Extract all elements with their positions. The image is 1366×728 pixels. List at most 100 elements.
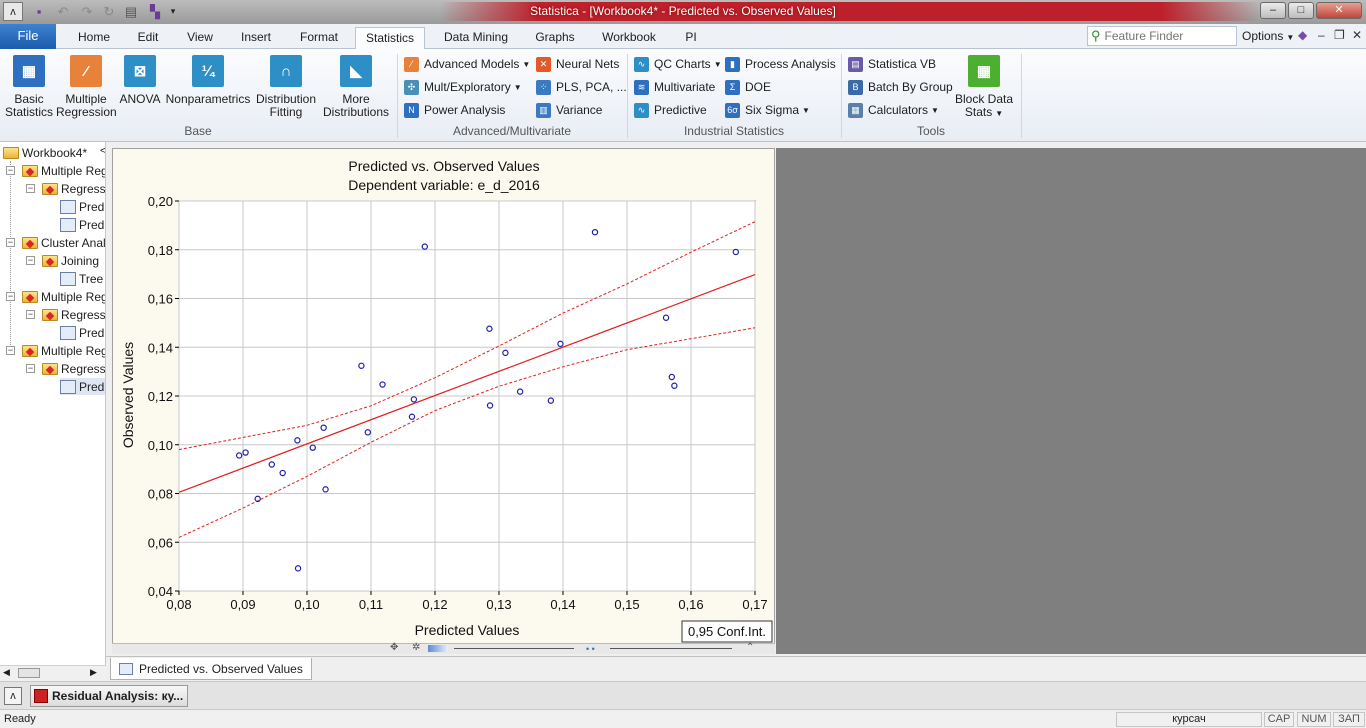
mult-exploratory-button[interactable]: ✣ Mult/Exploratory ▼ <box>404 78 522 96</box>
statistica-vb-button[interactable]: ▤ Statistica VB <box>848 55 936 73</box>
tab-home[interactable]: Home <box>68 27 120 49</box>
zoom-slider[interactable] <box>454 648 574 649</box>
process-analysis-button[interactable]: ▮ Process Analysis <box>725 55 836 73</box>
tree-toggle[interactable]: − <box>26 184 35 193</box>
tab-statistics[interactable]: Statistics <box>355 27 425 50</box>
doc-close-icon[interactable]: ✕ <box>1352 28 1362 42</box>
options-label: Options <box>1242 29 1284 43</box>
tree-node-cluster-analysis[interactable]: Cluster Analysis <box>22 234 105 251</box>
advanced-models-button[interactable]: ⁄ Advanced Models ▼ <box>404 55 530 73</box>
six-sigma-button[interactable]: 6σ Six Sigma ▼ <box>725 101 810 119</box>
tree-node-multiple-regression[interactable]: Multiple Regression <box>22 162 105 179</box>
graph-window[interactable]: Predicted vs. Observed Values Dependent … <box>112 148 775 654</box>
nonparametrics-button[interactable]: ¼ Nonparametrics <box>164 55 252 106</box>
multivariate-icon: ≋ <box>634 79 649 95</box>
doe-button[interactable]: Σ DOE <box>725 78 771 96</box>
x-tick-label: 0,13 <box>486 597 511 612</box>
tab-file[interactable]: File <box>0 24 56 49</box>
y-tick-label: 0,06 <box>148 535 173 550</box>
pls-pca-button[interactable]: ⁘ PLS, PCA, ... <box>536 78 627 96</box>
scroll-left-icon[interactable]: ◀ <box>3 667 10 678</box>
color-scale-icon[interactable] <box>428 645 448 652</box>
close-button[interactable]: ✕ <box>1316 2 1362 19</box>
tab-format[interactable]: Format <box>290 27 348 49</box>
x-tick-label: 0,16 <box>678 597 703 612</box>
tree-node-joining[interactable]: Joining <box>42 252 99 269</box>
qc-charts-button[interactable]: ∿ QC Charts ▼ <box>634 55 722 73</box>
tree-node-multiple-regression[interactable]: Multiple Regression <box>22 288 105 305</box>
tab-workbook[interactable]: Workbook <box>594 27 664 49</box>
report-folder-icon <box>42 362 58 375</box>
tab-graphs[interactable]: Graphs <box>528 27 582 49</box>
tab-edit[interactable]: Edit <box>126 27 170 49</box>
tree-node-root[interactable]: Workbook4* <box>3 144 87 161</box>
variance-button[interactable]: ▥ Variance <box>536 101 602 119</box>
tree-node-graph[interactable]: Predicted <box>60 198 105 215</box>
tree-toggle[interactable]: − <box>26 364 35 373</box>
tree-toggle[interactable]: − <box>6 166 15 175</box>
tree-node-regression[interactable]: Regression <box>42 360 105 377</box>
multivariate-button[interactable]: ≋ Multivariate <box>634 78 715 96</box>
y-tick-label: 0,16 <box>148 292 173 307</box>
options-menu[interactable]: Options ▼ <box>1242 29 1294 43</box>
tree-node-graph[interactable]: Predicted <box>60 324 105 341</box>
tree-toggle[interactable]: − <box>26 256 35 265</box>
tree-toggle[interactable]: − <box>26 310 35 319</box>
tree-toggle[interactable]: − <box>6 292 15 301</box>
tab-insert[interactable]: Insert <box>232 27 280 49</box>
taskbar: ʌ Residual Analysis: ку... <box>0 681 1366 709</box>
scroll-thumb[interactable] <box>18 668 40 678</box>
power-analysis-button[interactable]: N Power Analysis <box>404 101 505 119</box>
tree-node-graph-selected[interactable]: Predicted <box>60 378 105 395</box>
tree-node-graph[interactable]: Tree <box>60 270 103 287</box>
status-ovr: ЗАП <box>1333 712 1365 727</box>
taskbar-item-residual-analysis[interactable]: Residual Analysis: ку... <box>30 685 188 707</box>
settings-icon[interactable]: ✲ <box>412 642 420 653</box>
help-icon[interactable]: ◆ <box>1298 28 1307 42</box>
tree-scrollbar[interactable]: ◀ ▶ <box>0 665 106 680</box>
x-tick-label: 0,12 <box>422 597 447 612</box>
workbook-tree: < Workbook4* − Multiple Regression − Reg… <box>0 142 106 665</box>
tree-toggle[interactable]: − <box>6 238 15 247</box>
maximize-button[interactable]: □ <box>1288 2 1314 19</box>
batch-by-group-button[interactable]: B Batch By Group <box>848 78 953 96</box>
graph-icon <box>60 199 76 214</box>
minimize-button[interactable]: – <box>1260 2 1286 19</box>
tab-view[interactable]: View <box>176 27 224 49</box>
x-tick-label: 0,08 <box>166 597 191 612</box>
anova-button[interactable]: ⊠ ANOVA <box>117 55 163 106</box>
tree-node-regression[interactable]: Regression <box>42 180 105 197</box>
rotation-slider[interactable] <box>610 648 732 649</box>
expand-icon[interactable]: ⌃ <box>746 642 754 653</box>
feature-finder-input[interactable] <box>1104 29 1231 43</box>
more-distributions-button[interactable]: ◣ More Distributions <box>320 55 392 119</box>
basic-statistics-icon: ▦ <box>13 55 45 87</box>
tree-node-multiple-regression[interactable]: Multiple Regression <box>22 342 105 359</box>
doc-minimize-icon[interactable]: – <box>1318 28 1325 42</box>
scroll-right-icon[interactable]: ▶ <box>90 667 97 678</box>
basic-statistics-button[interactable]: ▦ Basic Statistics <box>4 55 54 119</box>
doc-restore-icon[interactable]: ❐ <box>1334 28 1345 42</box>
neural-nets-button[interactable]: ✕ Neural Nets <box>536 55 619 73</box>
block-data-stats-button[interactable]: ▦ Block Data Stats ▼ <box>952 55 1016 120</box>
report-folder-icon <box>22 164 38 177</box>
statistica-icon[interactable]: ʌ <box>4 687 22 705</box>
sheet-tab-predicted[interactable]: Predicted vs. Observed Values <box>110 658 312 680</box>
report-folder-icon <box>22 344 38 357</box>
tree-node-regression[interactable]: Regression <box>42 306 105 323</box>
scatter-chart[interactable]: Predicted vs. Observed Values Dependent … <box>113 149 774 643</box>
multiple-regression-button[interactable]: ⁄ Multiple Regression <box>56 55 117 119</box>
predictive-button[interactable]: ∿ Predictive <box>634 101 707 119</box>
power-analysis-icon: N <box>404 102 419 118</box>
tree-node-graph[interactable]: Predicted <box>60 216 105 233</box>
calculators-button[interactable]: ▦ Calculators ▼ <box>848 101 939 119</box>
status-text: Ready <box>4 713 36 725</box>
tab-pi[interactable]: PI <box>676 27 706 49</box>
distribution-fitting-button[interactable]: ∩ Distribution Fitting <box>252 55 320 119</box>
graph-toolbar: ✥ ✲ • • ⌃ <box>112 642 775 654</box>
tree-toggle[interactable]: − <box>6 346 15 355</box>
feature-finder[interactable]: ⚲ <box>1087 26 1237 46</box>
ribbon-body: ▦ Basic Statistics ⁄ Multiple Regression… <box>0 49 1366 142</box>
tab-data-mining[interactable]: Data Mining <box>436 27 516 49</box>
pan-icon[interactable]: ✥ <box>390 642 398 653</box>
